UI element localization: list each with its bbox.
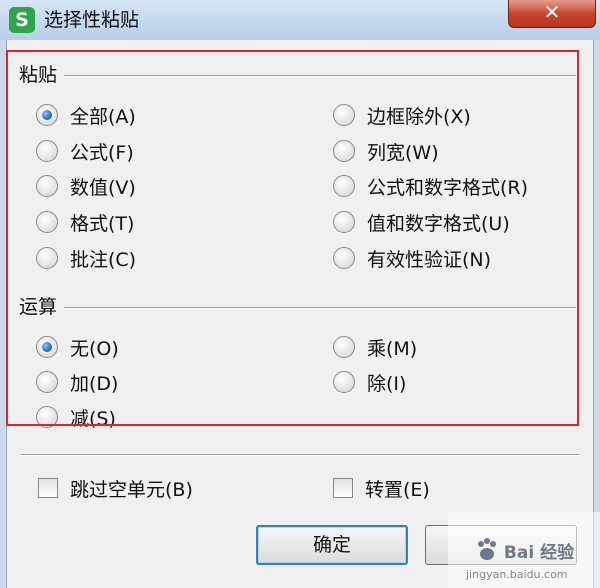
ok-button[interactable]: 确定 xyxy=(256,525,408,565)
checkbox-label: 转置(E) xyxy=(365,478,430,501)
radio-operation-none[interactable]: 无(O) xyxy=(36,334,119,360)
transpose-checkbox[interactable]: 转置(E) xyxy=(333,475,430,501)
radio-unselected-icon xyxy=(36,140,58,162)
skip-blanks-checkbox[interactable]: 跳过空单元(B) xyxy=(38,475,193,501)
title-bar: S 选择性粘贴 ✕ xyxy=(0,0,600,40)
radio-label: 有效性验证(N) xyxy=(367,248,492,271)
watermark-text: Bai 经验 xyxy=(503,542,575,563)
radio-unselected-icon xyxy=(36,247,58,269)
radio-paste-comments[interactable]: 批注(C) xyxy=(36,245,136,271)
radio-label: 公式和数字格式(R) xyxy=(367,176,529,199)
radio-paste-formulas-and-number-formats[interactable]: 公式和数字格式(R) xyxy=(333,173,528,199)
radio-label: 加(D) xyxy=(70,372,119,395)
radio-unselected-icon xyxy=(333,371,355,393)
radio-unselected-icon xyxy=(333,336,355,358)
close-button[interactable]: ✕ xyxy=(508,0,596,28)
radio-operation-multiply[interactable]: 乘(M) xyxy=(333,334,417,360)
radio-unselected-icon xyxy=(333,140,355,162)
radio-unselected-icon xyxy=(36,406,58,428)
radio-label: 减(S) xyxy=(70,407,116,430)
radio-label: 乘(M) xyxy=(367,337,418,360)
radio-label: 边框除外(X) xyxy=(367,105,471,128)
radio-operation-subtract[interactable]: 减(S) xyxy=(36,404,116,430)
radio-unselected-icon xyxy=(36,211,58,233)
radio-label: 格式(T) xyxy=(70,212,135,235)
radio-unselected-icon xyxy=(36,175,58,197)
radio-selected-icon xyxy=(36,336,58,358)
paste-group-label: 粘贴 xyxy=(19,64,58,86)
radio-paste-column-widths[interactable]: 列宽(W) xyxy=(333,138,439,164)
radio-unselected-icon xyxy=(36,371,58,393)
radio-unselected-icon xyxy=(333,104,355,126)
radio-paste-values[interactable]: 数值(V) xyxy=(36,173,136,199)
radio-unselected-icon xyxy=(333,247,355,269)
checkbox-unchecked-icon xyxy=(38,478,58,498)
checkbox-unchecked-icon xyxy=(333,478,353,498)
radio-label: 除(I) xyxy=(367,372,407,395)
watermark-url: jingyan.baidu.com xyxy=(466,568,568,581)
radio-paste-all-except-borders[interactable]: 边框除外(X) xyxy=(333,102,471,128)
dialog-title: 选择性粘贴 xyxy=(44,9,140,31)
radio-label: 列宽(W) xyxy=(367,141,439,164)
radio-operation-add[interactable]: 加(D) xyxy=(36,369,118,395)
radio-paste-formats[interactable]: 格式(T) xyxy=(36,209,134,235)
radio-selected-icon xyxy=(36,104,58,126)
separator xyxy=(21,454,579,456)
paste-group-divider xyxy=(64,75,576,77)
radio-label: 批注(C) xyxy=(70,248,137,271)
radio-unselected-icon xyxy=(333,175,355,197)
operation-group-divider xyxy=(64,307,576,309)
radio-label: 数值(V) xyxy=(70,176,136,199)
wps-spreadsheet-icon: S xyxy=(9,7,35,33)
radio-label: 无(O) xyxy=(70,337,119,360)
radio-unselected-icon xyxy=(333,211,355,233)
radio-label: 公式(F) xyxy=(70,141,134,164)
radio-paste-formulas[interactable]: 公式(F) xyxy=(36,138,134,164)
radio-operation-divide[interactable]: 除(I) xyxy=(333,369,406,395)
radio-paste-all[interactable]: 全部(A) xyxy=(36,102,136,128)
radio-paste-values-and-number-formats[interactable]: 值和数字格式(U) xyxy=(333,209,510,235)
radio-label: 全部(A) xyxy=(70,105,136,128)
radio-paste-validation[interactable]: 有效性验证(N) xyxy=(333,245,491,271)
checkbox-label: 跳过空单元(B) xyxy=(70,478,193,501)
radio-label: 值和数字格式(U) xyxy=(367,212,510,235)
operation-group-label: 运算 xyxy=(19,296,58,318)
baidu-paw-icon xyxy=(477,538,496,560)
